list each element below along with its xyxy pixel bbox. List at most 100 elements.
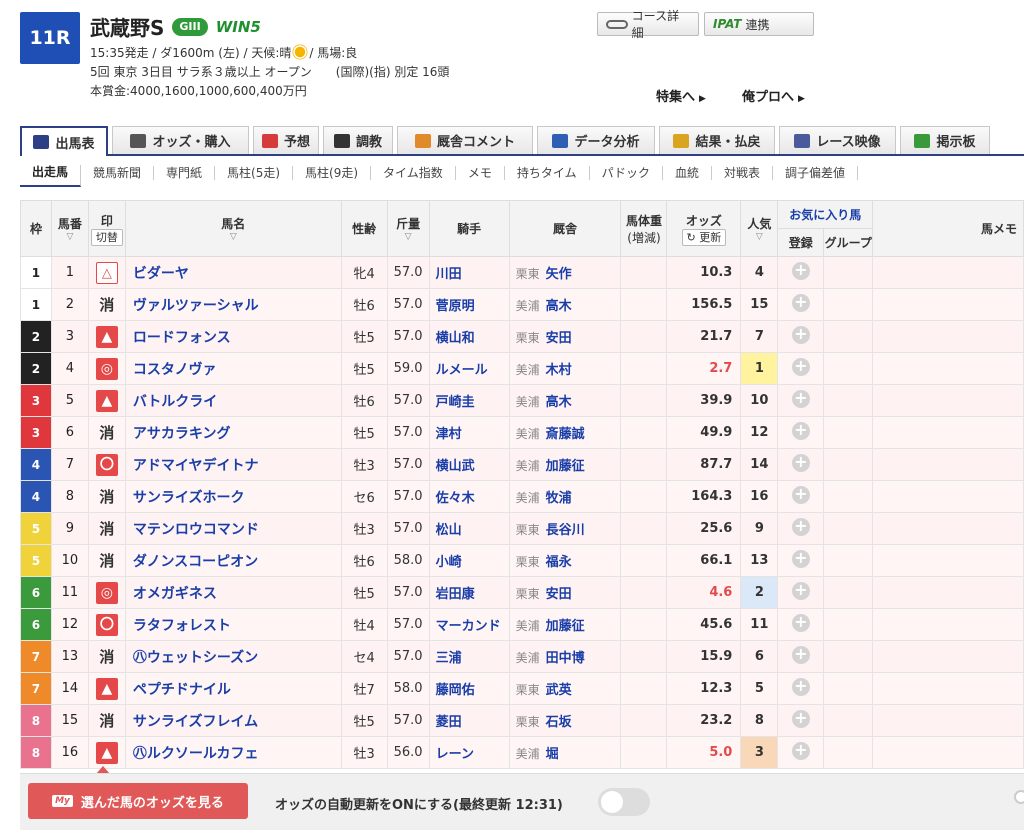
add-favorite-icon[interactable] bbox=[791, 453, 810, 476]
add-favorite-icon[interactable] bbox=[791, 741, 810, 764]
memo-cell[interactable] bbox=[872, 576, 1024, 609]
trainer-link[interactable]: 木村 bbox=[546, 363, 572, 378]
horse-name-link[interactable]: サンライズホーク bbox=[124, 480, 342, 513]
fav-register-cell[interactable] bbox=[777, 608, 825, 641]
horse-name-link[interactable]: オメガギネス bbox=[124, 576, 342, 609]
prediction-mark[interactable]: ▲ bbox=[95, 741, 118, 764]
jockey-link[interactable]: 戸崎圭 bbox=[428, 384, 510, 417]
add-favorite-icon[interactable] bbox=[791, 549, 810, 572]
horse-name-link[interactable]: アドマイヤデイトナ bbox=[124, 448, 342, 481]
mark-cell[interactable]: 消 bbox=[87, 416, 126, 449]
col-umaban[interactable]: 馬番 ▽ bbox=[50, 200, 89, 257]
horse-name-link[interactable]: マテンロウコマンド bbox=[124, 512, 342, 545]
prediction-mark[interactable]: 〇 bbox=[95, 613, 118, 636]
jockey-link[interactable]: マーカンド bbox=[428, 608, 510, 641]
trainer-link[interactable]: 加藤征 bbox=[546, 619, 585, 634]
odds-refresh-button[interactable]: ↻ 更新 bbox=[681, 228, 727, 246]
prediction-mark[interactable]: ▲ bbox=[95, 389, 118, 412]
horse-name-link[interactable]: ダノンスコーピオン bbox=[124, 544, 342, 577]
ipat-link-button[interactable]: IPAT 連携 bbox=[704, 12, 814, 36]
trainer-link[interactable]: 田中博 bbox=[546, 651, 585, 666]
subtab-8[interactable]: 持ちタイム bbox=[505, 166, 590, 180]
fav-register-cell[interactable] bbox=[777, 544, 825, 577]
trainer-link[interactable]: 高木 bbox=[546, 299, 572, 314]
subtab-5[interactable]: 馬柱(9走) bbox=[293, 166, 372, 180]
prediction-mark[interactable]: 消 bbox=[94, 422, 120, 444]
trainer-link[interactable]: 矢作 bbox=[546, 267, 572, 282]
trainer-link[interactable]: 加藤征 bbox=[546, 459, 585, 474]
horse-name-link[interactable]: コスタノヴァ bbox=[124, 352, 342, 385]
subtab-11[interactable]: 対戦表 bbox=[712, 166, 773, 180]
prediction-mark[interactable]: 消 bbox=[94, 486, 120, 508]
horse-name-link[interactable]: ヴァルツァーシャル bbox=[124, 288, 342, 321]
subtab-1[interactable]: 出走馬 bbox=[20, 165, 82, 187]
trainer-link[interactable]: 牧浦 bbox=[546, 491, 572, 506]
horse-name-link[interactable]: バトルクライ bbox=[124, 384, 342, 417]
fav-register-cell[interactable] bbox=[777, 736, 825, 769]
horse-name-link[interactable]: ロードフォンス bbox=[124, 320, 342, 353]
horse-name-link[interactable]: サンライズフレイム bbox=[124, 704, 342, 737]
trainer-link[interactable]: 武英 bbox=[546, 683, 572, 698]
tab-4[interactable]: 調教 bbox=[323, 126, 393, 154]
mark-cell[interactable]: ▲ bbox=[87, 672, 126, 705]
jockey-link[interactable]: 川田 bbox=[428, 256, 510, 289]
fav-register-cell[interactable] bbox=[777, 576, 825, 609]
scroll-handle[interactable] bbox=[1014, 790, 1024, 804]
memo-cell[interactable] bbox=[872, 608, 1024, 641]
trainer-link[interactable]: 福永 bbox=[546, 555, 572, 570]
mark-cell[interactable]: 消 bbox=[87, 704, 126, 737]
memo-cell[interactable] bbox=[872, 352, 1024, 385]
trainer-link[interactable]: 堀 bbox=[546, 747, 559, 762]
horse-name-link[interactable]: アサカラキング bbox=[124, 416, 342, 449]
jockey-link[interactable]: 横山和 bbox=[428, 320, 510, 353]
add-favorite-icon[interactable] bbox=[791, 709, 810, 732]
memo-cell[interactable] bbox=[872, 672, 1024, 705]
prediction-mark[interactable]: ◎ bbox=[95, 581, 118, 604]
jockey-link[interactable]: 津村 bbox=[428, 416, 510, 449]
mark-cell[interactable]: 〇 bbox=[87, 608, 126, 641]
memo-cell[interactable] bbox=[872, 736, 1024, 769]
col-name[interactable]: 馬名 ▽ bbox=[124, 200, 342, 257]
add-favorite-icon[interactable] bbox=[791, 677, 810, 700]
prediction-mark[interactable]: 消 bbox=[94, 294, 120, 316]
memo-cell[interactable] bbox=[872, 544, 1024, 577]
prediction-mark[interactable]: △ bbox=[95, 261, 118, 284]
memo-cell[interactable] bbox=[872, 448, 1024, 481]
subtab-9[interactable]: パドック bbox=[590, 166, 663, 180]
mark-cell[interactable]: 消 bbox=[87, 480, 126, 513]
jockey-link[interactable]: 藤岡佑 bbox=[428, 672, 510, 705]
jockey-link[interactable]: 小崎 bbox=[428, 544, 510, 577]
subtab-6[interactable]: タイム指数 bbox=[371, 166, 456, 180]
add-favorite-icon[interactable] bbox=[791, 325, 810, 348]
mark-cell[interactable]: 消 bbox=[87, 544, 126, 577]
memo-cell[interactable] bbox=[872, 384, 1024, 417]
jockey-link[interactable]: 三浦 bbox=[428, 640, 510, 673]
fav-register-cell[interactable] bbox=[777, 256, 825, 289]
fav-register-cell[interactable] bbox=[777, 416, 825, 449]
add-favorite-icon[interactable] bbox=[791, 581, 810, 604]
prediction-mark[interactable]: 〇 bbox=[95, 453, 118, 476]
memo-cell[interactable] bbox=[872, 640, 1024, 673]
prediction-mark[interactable]: ▲ bbox=[95, 325, 118, 348]
mark-cell[interactable]: △ bbox=[87, 256, 126, 289]
jockey-link[interactable]: 横山武 bbox=[428, 448, 510, 481]
trainer-link[interactable]: 安田 bbox=[546, 587, 572, 602]
jockey-link[interactable]: 岩田康 bbox=[428, 576, 510, 609]
fav-register-cell[interactable] bbox=[777, 352, 825, 385]
subtab-4[interactable]: 馬柱(5走) bbox=[215, 166, 294, 180]
fav-register-cell[interactable] bbox=[777, 704, 825, 737]
add-favorite-icon[interactable] bbox=[791, 421, 810, 444]
fav-register-cell[interactable] bbox=[777, 288, 825, 321]
subtab-2[interactable]: 競馬新聞 bbox=[81, 166, 155, 180]
horse-name-link[interactable]: ペプチドナイル bbox=[124, 672, 342, 705]
horse-name-link[interactable]: ㊇ウェットシーズン bbox=[124, 640, 342, 673]
mark-cell[interactable]: 消 bbox=[87, 288, 126, 321]
add-favorite-icon[interactable] bbox=[791, 485, 810, 508]
memo-cell[interactable] bbox=[872, 288, 1024, 321]
jockey-link[interactable]: ルメール bbox=[428, 352, 510, 385]
memo-cell[interactable] bbox=[872, 480, 1024, 513]
horse-name-link[interactable]: ラタフォレスト bbox=[124, 608, 342, 641]
mark-toggle-button[interactable]: 切替 bbox=[90, 228, 123, 246]
mark-cell[interactable]: 消 bbox=[87, 640, 126, 673]
fav-register-cell[interactable] bbox=[777, 320, 825, 353]
